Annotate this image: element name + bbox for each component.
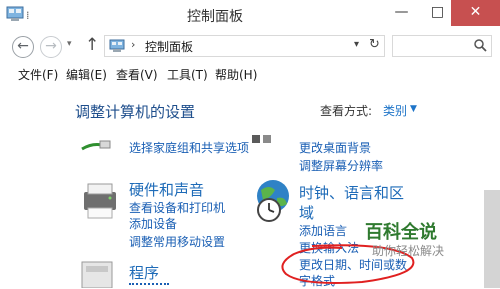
add-language-link[interactable]: 添加语言 <box>299 222 347 239</box>
chevron-down-icon[interactable]: ▼ <box>410 104 417 114</box>
maximize-button[interactable]: □ <box>420 0 455 26</box>
appearance-icon <box>252 135 271 143</box>
menu-bar: 文件(F) 编辑(E) 查看(V) 工具(T) 帮助(H) <box>0 63 500 83</box>
address-dropdown-icon[interactable]: ▾ <box>354 39 359 50</box>
breadcrumb-chevron-icon[interactable]: › <box>131 38 135 51</box>
clock-globe-icon[interactable] <box>251 178 295 224</box>
programs-title[interactable]: 程序 <box>129 262 159 283</box>
search-input[interactable] <box>392 35 492 57</box>
breadcrumb-item[interactable]: 控制面板 <box>145 38 193 55</box>
close-button[interactable]: ✕ <box>451 0 500 26</box>
watermark-subtitle: 助你轻松解决 <box>372 244 445 258</box>
programs-icon[interactable] <box>78 258 118 288</box>
add-device-link[interactable]: 添加设备 <box>129 215 177 232</box>
window-title: 控制面板 <box>187 9 243 25</box>
recent-locations-icon[interactable]: ▾ <box>67 39 72 49</box>
homegroup-sharing-link[interactable]: 选择家庭组和共享选项 <box>129 139 249 156</box>
screen-resolution-link[interactable]: 调整屏幕分辨率 <box>299 157 383 174</box>
devices-printers-link[interactable]: 查看设备和打印机 <box>129 199 225 216</box>
quick-access-divider: ⁞ <box>26 9 30 22</box>
menu-tools[interactable]: 工具(T) <box>167 66 208 83</box>
forward-button[interactable]: → <box>40 36 62 58</box>
clock-language-region-title[interactable]: 时钟、语言和区 <box>299 182 404 203</box>
view-by-dropdown[interactable]: 类别 <box>383 102 407 119</box>
minimize-button[interactable]: — <box>384 0 419 26</box>
title-bar: ⁞ 控制面板 — □ ✕ <box>0 0 500 30</box>
mobility-settings-link[interactable]: 调整常用移动设置 <box>129 233 225 250</box>
clock-language-region-title-cont[interactable]: 域 <box>299 202 314 223</box>
control-panel-icon <box>109 39 125 52</box>
address-bar[interactable]: › 控制面板 ▾ ↻ <box>104 35 385 57</box>
vertical-scrollbar[interactable] <box>484 190 500 288</box>
search-icon[interactable] <box>473 38 487 52</box>
programs-link-partial[interactable] <box>129 283 169 289</box>
menu-help[interactable]: 帮助(H) <box>215 66 257 83</box>
menu-view[interactable]: 查看(V) <box>116 66 158 83</box>
control-panel-icon[interactable] <box>6 6 24 22</box>
hardware-and-sound-title[interactable]: 硬件和声音 <box>129 179 204 200</box>
change-background-link[interactable]: 更改桌面背景 <box>299 139 371 156</box>
page-title: 调整计算机的设置 <box>75 103 196 121</box>
printer-icon[interactable] <box>78 178 122 222</box>
up-button[interactable]: ↑ <box>85 35 99 55</box>
network-cable-icon <box>81 140 111 151</box>
menu-edit[interactable]: 编辑(E) <box>66 66 107 83</box>
back-button[interactable]: ← <box>12 36 34 58</box>
refresh-icon[interactable]: ↻ <box>369 37 380 52</box>
watermark-logo: 百科全说 <box>365 222 437 243</box>
menu-file[interactable]: 文件(F) <box>18 66 58 83</box>
view-by-label: 查看方式: <box>320 104 373 118</box>
